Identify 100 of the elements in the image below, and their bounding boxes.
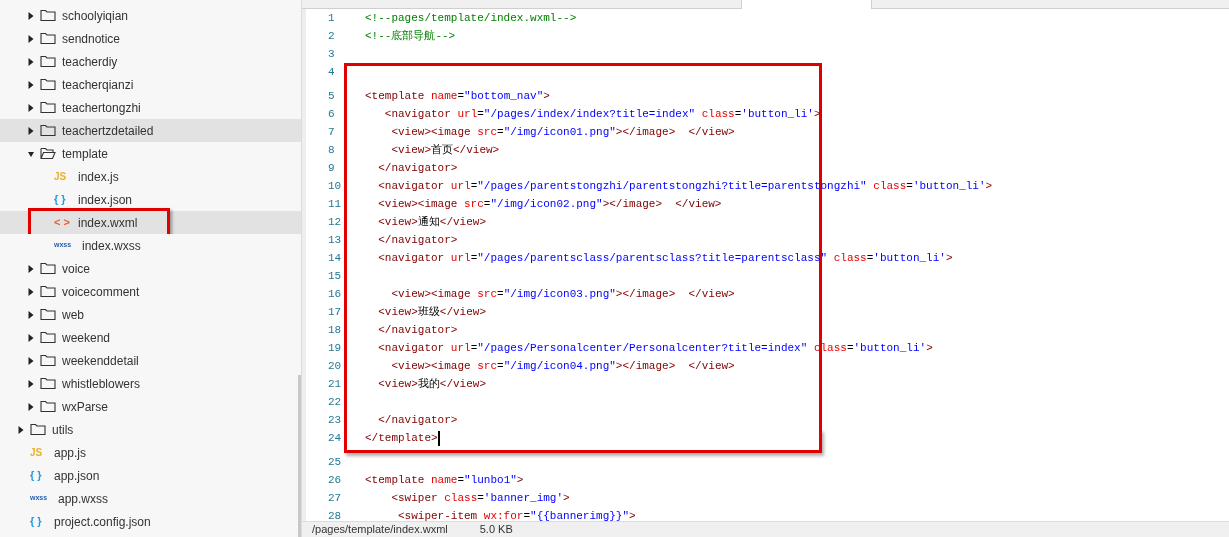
caret-right-icon[interactable] (28, 103, 34, 112)
line-number: 16 (327, 287, 343, 302)
code-line: <view><image src="/img/icon01.png"></image> </view> (390, 124, 735, 140)
tree-label: teacherdiy (62, 53, 118, 71)
tree-label: schoolyiqian (62, 7, 129, 25)
tree-label: index.wxss (82, 237, 141, 255)
scrollbar[interactable] (298, 375, 301, 537)
folder-icon (40, 32, 56, 45)
code-line: <swiper-item wx:for="{{bannerimg}}"> (397, 508, 636, 521)
caret-right-icon[interactable] (28, 126, 34, 135)
file-path: /pages/template/index.wxml (312, 522, 448, 537)
line-number: 20 (327, 359, 343, 374)
code-line: <view>首页</view> (390, 142, 500, 158)
tree-item[interactable]: teachertzdetailed (0, 119, 301, 142)
line-number: 12 (327, 215, 343, 230)
line-number: 2 (327, 29, 336, 44)
line-number: 10 (327, 179, 343, 194)
line-number: 24 (327, 431, 343, 446)
code-line: <template name="lunbo1"> (365, 472, 524, 488)
line-number: 15 (327, 269, 343, 284)
line-number: 1 (327, 11, 336, 26)
caret-right-icon[interactable] (28, 264, 34, 273)
folder-icon (40, 101, 56, 114)
line-number: 23 (327, 413, 343, 428)
folder-icon (40, 55, 56, 68)
caret-right-icon[interactable] (28, 333, 34, 342)
caret-right-icon[interactable] (28, 80, 34, 89)
tree-label: index.wxml (78, 214, 138, 232)
tree-item[interactable]: < > index.wxml (0, 211, 301, 234)
line-number: 13 (327, 233, 343, 248)
open-folder-icon (40, 147, 56, 160)
line-number: 25 (327, 455, 343, 470)
line-number: 19 (327, 341, 343, 356)
caret-right-icon[interactable] (28, 310, 34, 319)
folder-icon (40, 285, 56, 298)
line-number: 27 (327, 491, 343, 506)
tree-label: whistleblowers (62, 375, 141, 393)
caret-right-icon[interactable] (28, 402, 34, 411)
tree-label: app.json (54, 467, 100, 485)
angle-brackets-file-icon: < > (54, 214, 72, 231)
code-line: </navigator> (377, 322, 458, 338)
folder-icon (40, 331, 56, 344)
file-size: 5.0 KB (479, 522, 513, 537)
caret-right-icon[interactable] (28, 379, 34, 388)
code-line: </navigator> (377, 160, 458, 176)
tree-label: voicecomment (62, 283, 140, 301)
braces-file-icon: { } (30, 467, 48, 484)
line-number: 18 (327, 323, 343, 338)
caret-right-icon[interactable] (28, 34, 34, 43)
tree-label: web (62, 306, 84, 324)
line-number: 9 (327, 161, 336, 176)
code-line: <view>班级</view> (377, 304, 487, 320)
folder-icon (40, 354, 56, 367)
code-line: <view>我的</view> (377, 376, 487, 392)
tree-label: index.json (78, 191, 133, 209)
caret-right-icon[interactable] (28, 11, 34, 20)
tree-label: teacherqianzi (62, 76, 134, 94)
line-number: 17 (327, 305, 343, 320)
js-file-icon: JS (30, 445, 48, 460)
caret-right-icon[interactable] (28, 57, 34, 66)
code-line: <swiper class='banner_img'> (390, 490, 570, 506)
code-line: <template name="bottom_nav"> (365, 88, 550, 104)
line-number: 14 (327, 251, 343, 266)
tree-label: teachertongzhi (62, 99, 141, 117)
code-line: <!--pages/template/index.wxml--> (365, 10, 577, 26)
line-number: 22 (327, 395, 343, 410)
folder-icon (40, 78, 56, 91)
tree-label: project.config.json (54, 513, 151, 531)
folder-icon (40, 124, 56, 137)
line-number: 7 (327, 125, 336, 140)
line-number: 6 (327, 107, 336, 122)
code-line: <view>通知</view> (377, 214, 487, 230)
code-line: </navigator> (377, 412, 458, 428)
tree-label: teachertzdetailed (62, 122, 154, 140)
code-line: </template> (365, 430, 438, 446)
folder-icon (40, 400, 56, 413)
folder-icon (30, 423, 46, 436)
line-number: 21 (327, 377, 343, 392)
caret-down-icon[interactable] (28, 149, 34, 158)
caret-right-icon[interactable] (28, 287, 34, 296)
tree-label: app.wxss (58, 490, 109, 508)
tree-label: wxParse (62, 398, 108, 416)
folder-icon (40, 308, 56, 321)
tree-label: template (62, 145, 109, 163)
line-number: 28 (327, 509, 343, 521)
js-file-icon: JS (54, 169, 72, 184)
tree-label: utils (52, 421, 74, 439)
caret-right-icon[interactable] (28, 356, 34, 365)
folder-icon (40, 262, 56, 275)
code-line: <view><image src="/img/icon02.png"></image> </view> (377, 196, 722, 212)
braces-file-icon: { } (54, 191, 72, 208)
tree-label: weekenddetail (62, 352, 139, 370)
tree-label: sendnotice (62, 30, 121, 48)
tree-label: voice (62, 260, 90, 278)
line-number: 4 (327, 65, 336, 80)
code-line: <!--底部导航--> (365, 28, 456, 44)
tree-label: index.js (78, 168, 119, 186)
tree-label: app.js (54, 444, 87, 462)
braces-file-icon: { } (30, 513, 48, 530)
caret-right-icon[interactable] (18, 425, 24, 434)
